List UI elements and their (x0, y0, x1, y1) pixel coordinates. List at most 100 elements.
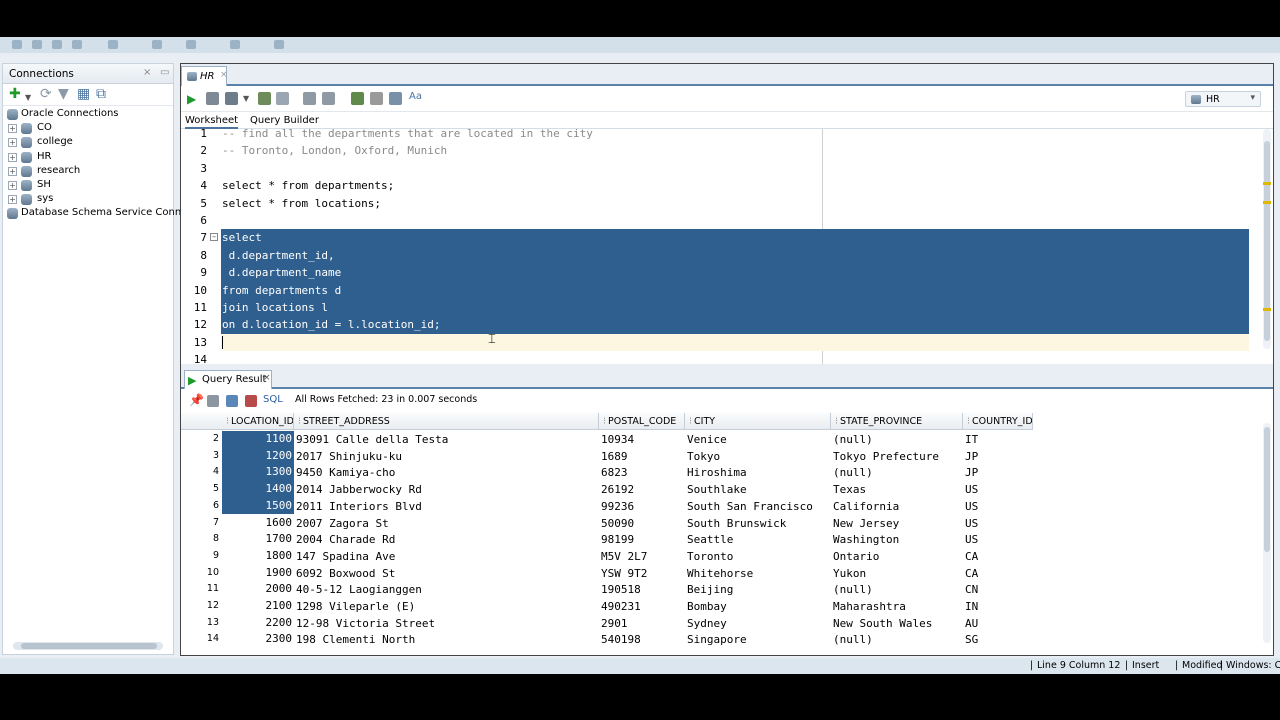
code-line[interactable]: 13 (181, 333, 1249, 352)
table-cell[interactable]: Sydney (687, 617, 831, 630)
table-cell[interactable]: 40-5-12 Laogianggen (296, 583, 599, 596)
tab-hr[interactable]: HR × (181, 66, 228, 86)
table-row[interactable]: 14 2300 198 Clementi North 540198 Singapore(… (181, 631, 1033, 648)
table-cell[interactable]: New Jersey (833, 517, 963, 530)
sql-editor[interactable]: 1 -- find all the departments that are lo… (181, 129, 1253, 364)
table-cell[interactable]: Toronto (687, 550, 831, 563)
tree-node[interactable]: + HR (3, 151, 173, 165)
code-line[interactable]: 7− select (181, 229, 1249, 248)
table-cell[interactable]: 1200 (222, 447, 294, 465)
table-cell[interactable]: 2000 (222, 581, 294, 598)
table-cell[interactable]: US (965, 517, 1033, 530)
expand-icon[interactable]: + (8, 124, 17, 134)
code-line[interactable]: 10 from departments d (181, 281, 1249, 300)
table-row[interactable]: 4 1300 9450 Kamiya-cho 6823 Hiroshima (null) J… (181, 464, 1033, 482)
column-header[interactable]: STREET_ADDRESS (294, 413, 599, 430)
table-cell[interactable]: AU (965, 617, 1033, 630)
connection-selector[interactable]: HR ▾ (1185, 91, 1261, 107)
grid-scrollbar[interactable] (1263, 423, 1271, 643)
table-cell[interactable]: US (965, 483, 1033, 496)
pin-icon[interactable]: 📌 (189, 393, 204, 407)
table-cell[interactable]: 1900 (222, 565, 294, 582)
code-line[interactable]: 3 (181, 160, 1249, 177)
code-line[interactable]: 4 select * from departments; (181, 177, 1249, 194)
table-row[interactable]: 2 1100 93091 Calle della Testa 10934 Venice(… (181, 431, 1033, 448)
table-cell[interactable]: IN (965, 600, 1033, 613)
run-script-icon[interactable] (206, 92, 219, 105)
table-cell[interactable]: Bombay (687, 600, 831, 613)
column-header[interactable]: LOCATION_ID (222, 413, 294, 430)
tree-node[interactable]: + SH (3, 179, 173, 193)
table-cell[interactable]: 490231 (601, 600, 685, 613)
open-icon[interactable] (32, 40, 42, 49)
results-grid[interactable]: LOCATION_ID STREET_ADDRESS POSTAL_CODE C… (181, 413, 1273, 655)
chevron-down-icon[interactable]: ▼ (25, 91, 31, 105)
overview-marker[interactable] (1263, 182, 1271, 185)
sql-link[interactable]: SQL (263, 394, 283, 405)
table-cell[interactable]: South San Francisco (687, 500, 831, 513)
undo-icon[interactable] (108, 40, 118, 49)
explain-plan-icon[interactable] (276, 92, 289, 105)
pencil-icon[interactable] (370, 92, 383, 105)
table-cell[interactable]: JP (965, 450, 1033, 463)
filter-icon[interactable]: ▼ (58, 87, 69, 101)
table-cell[interactable]: CA (965, 567, 1033, 580)
table-cell[interactable]: 1500 (222, 497, 294, 515)
editor-scrollbar[interactable] (1263, 129, 1271, 349)
table-cell[interactable]: 9450 Kamiya-cho (296, 466, 599, 479)
commit-icon[interactable] (225, 92, 238, 105)
autotrace-icon[interactable] (303, 92, 316, 105)
scrollbar-thumb[interactable] (21, 643, 157, 649)
table-cell[interactable]: YSW 9T2 (601, 567, 685, 580)
table-row[interactable]: 5 1400 2014 Jabberwocky Rd 26192 Southlake Te… (181, 481, 1033, 498)
expand-icon[interactable]: + (8, 166, 17, 176)
overview-marker[interactable] (1263, 308, 1271, 311)
table-cell[interactable]: 98199 (601, 533, 685, 546)
connections-scrollbar[interactable] (13, 642, 163, 650)
table-cell[interactable]: 2901 (601, 617, 685, 630)
tree-node[interactable]: + sys (3, 193, 173, 207)
table-cell[interactable]: 2004 Charade Rd (296, 533, 599, 546)
expand-icon[interactable]: + (8, 180, 17, 190)
table-row[interactable]: 9 1800 147 Spadina Ave M5V 2L7 Toronto Ontari… (181, 548, 1033, 565)
table-row[interactable]: 13 2200 12-98 Victoria Street 2901 Sydney New… (181, 615, 1033, 632)
column-header[interactable]: CITY (685, 413, 831, 430)
table-cell[interactable]: 93091 Calle della Testa (296, 433, 599, 446)
code-line[interactable]: 8 d.department_id, (181, 246, 1249, 265)
back-icon[interactable] (152, 40, 162, 49)
table-cell[interactable]: 99236 (601, 500, 685, 513)
new-icon[interactable] (12, 40, 22, 49)
table-cell[interactable]: 2100 (222, 598, 294, 615)
table-cell[interactable]: CN (965, 583, 1033, 596)
table-cell[interactable]: 2014 Jabberwocky Rd (296, 483, 599, 496)
table-cell[interactable]: Whitehorse (687, 567, 831, 580)
table-cell[interactable]: Seattle (687, 533, 831, 546)
table-cell[interactable]: 2017 Shinjuku-ku (296, 450, 599, 463)
table-row[interactable]: 3 1200 2017 Shinjuku-ku 1689 Tokyo Tokyo Pref… (181, 447, 1033, 465)
column-header[interactable]: STATE_PROVINCE (831, 413, 963, 430)
close-icon[interactable]: × (220, 70, 228, 80)
table-cell[interactable]: 6092 Boxwood St (296, 567, 599, 580)
table-cell[interactable]: 1700 (222, 531, 294, 548)
table-cell[interactable]: IT (965, 433, 1033, 446)
table-cell[interactable]: 1100 (222, 431, 294, 448)
freeze-icon[interactable] (245, 395, 257, 407)
close-icon[interactable]: × (263, 373, 271, 383)
table-cell[interactable]: Tokyo Prefecture (833, 450, 963, 463)
table-row[interactable]: 12 2100 1298 Vileparle (E) 490231 Bombay Maha… (181, 598, 1033, 615)
table-cell[interactable]: US (965, 533, 1033, 546)
format-icon[interactable] (389, 92, 402, 105)
tab-worksheet[interactable]: Worksheet (185, 115, 239, 129)
table-cell[interactable]: M5V 2L7 (601, 550, 685, 563)
table-cell[interactable]: Southlake (687, 483, 831, 496)
tree-node[interactable]: Database Schema Service Connections (3, 207, 217, 221)
sql-tuning-icon[interactable] (351, 92, 364, 105)
table-row[interactable]: 10 1900 6092 Boxwood St YSW 9T2 Whitehorse Yu… (181, 565, 1033, 582)
table-cell[interactable]: CA (965, 550, 1033, 563)
fold-icon[interactable]: − (210, 233, 218, 242)
expand-icon[interactable]: + (8, 138, 17, 148)
sql-icon[interactable] (274, 40, 284, 49)
table-cell[interactable]: Texas (833, 483, 963, 496)
table-cell[interactable]: 2300 (222, 631, 294, 648)
table-cell[interactable]: JP (965, 466, 1033, 479)
